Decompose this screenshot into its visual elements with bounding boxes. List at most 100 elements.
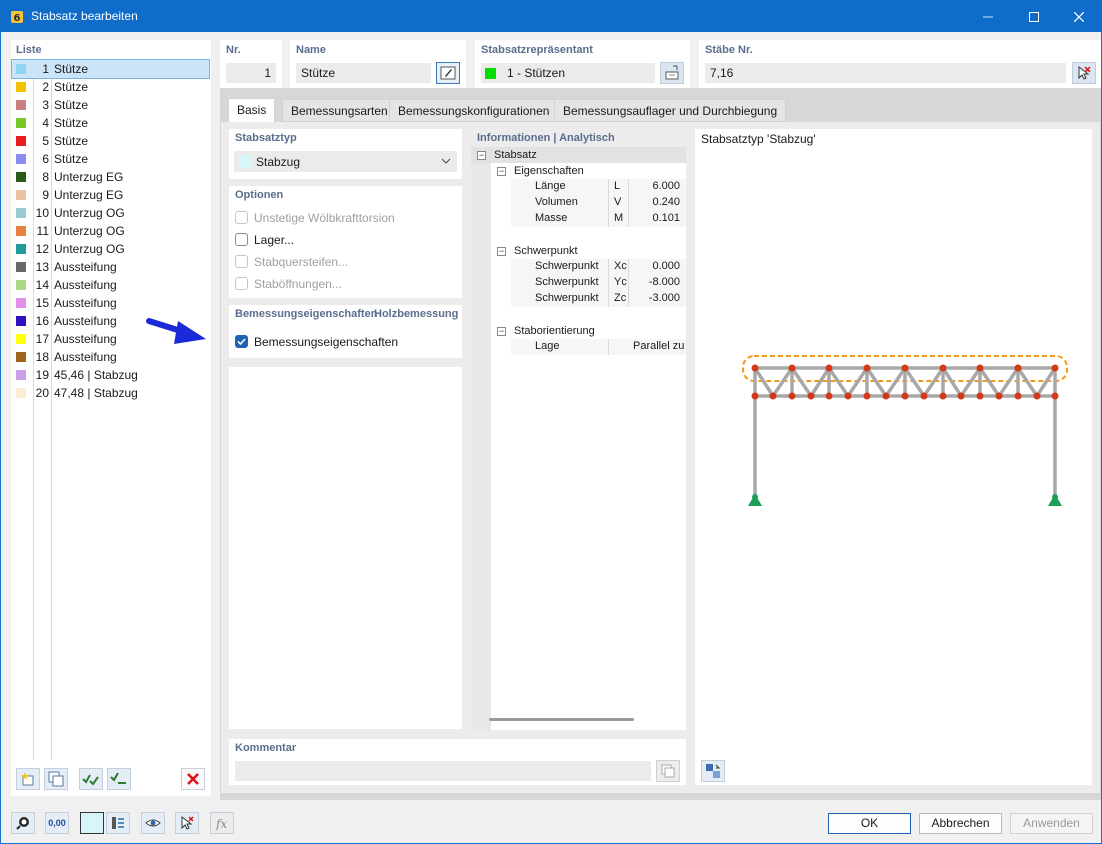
list-item[interactable]: 20 47,48 | Stabzug bbox=[12, 384, 209, 402]
copy-item-button[interactable] bbox=[44, 768, 68, 790]
list-item[interactable]: 12 Unterzug OG bbox=[12, 240, 209, 258]
check-all-button[interactable] bbox=[79, 768, 103, 790]
list-item[interactable]: 9 Unterzug EG bbox=[12, 186, 209, 204]
select-member-icon bbox=[665, 65, 679, 80]
list-item[interactable]: 13 Aussteifung bbox=[12, 258, 209, 276]
pick-graphic-button[interactable] bbox=[175, 812, 199, 834]
minimize-icon bbox=[983, 16, 993, 17]
units-button[interactable]: 0,00 bbox=[45, 812, 69, 834]
lager-checkbox[interactable] bbox=[235, 233, 248, 246]
select-members-icon bbox=[112, 817, 124, 829]
woelb-checkbox[interactable] bbox=[235, 211, 248, 224]
collapse-icon[interactable]: − bbox=[497, 327, 506, 336]
delete-button[interactable] bbox=[181, 768, 205, 790]
list-item-number: 15 bbox=[35, 296, 49, 310]
color-swatch bbox=[16, 190, 26, 200]
rep-color-swatch bbox=[485, 68, 496, 79]
nr-panel: Nr. 1 bbox=[220, 40, 282, 88]
color-swatch bbox=[16, 244, 26, 254]
typ-swatch bbox=[239, 155, 252, 168]
list-item[interactable]: 10 Unterzug OG bbox=[12, 204, 209, 222]
tree-stabsatz: Stabsatz bbox=[494, 149, 537, 161]
list-item[interactable]: 8 Unterzug EG bbox=[12, 168, 209, 186]
tab-basis[interactable]: Basis bbox=[228, 98, 276, 123]
bemessung-checkbox[interactable] bbox=[235, 335, 248, 348]
prop-divider bbox=[628, 259, 629, 307]
close-button[interactable] bbox=[1056, 1, 1102, 32]
name-field[interactable]: Stütze bbox=[296, 63, 431, 83]
member-select-button[interactable] bbox=[106, 812, 130, 834]
horizontal-scrollbar[interactable] bbox=[489, 718, 634, 721]
pick-staebe-button[interactable] bbox=[1072, 62, 1096, 84]
color-swatch bbox=[16, 64, 26, 74]
staebe-field[interactable]: 7,16 bbox=[705, 63, 1066, 83]
color-swatch bbox=[16, 208, 26, 218]
tab-bemessungsarten[interactable]: Bemessungsarten bbox=[282, 99, 397, 122]
tab-bemessungskonfigurationen[interactable]: Bemessungskonfigurationen bbox=[389, 99, 559, 122]
kommentar-field[interactable] bbox=[235, 761, 651, 781]
list-item-name: Stütze bbox=[54, 80, 89, 94]
tree-gutter bbox=[471, 163, 491, 730]
prop-divider bbox=[608, 179, 609, 227]
list-item[interactable]: 5 Stütze bbox=[12, 132, 209, 150]
list-item[interactable]: 4 Stütze bbox=[12, 114, 209, 132]
collapse-icon[interactable]: − bbox=[477, 151, 486, 160]
svg-text:6: 6 bbox=[14, 13, 21, 24]
list-item[interactable]: 14 Aussteifung bbox=[12, 276, 209, 294]
abbrechen-button[interactable]: Abbrechen bbox=[919, 813, 1002, 834]
minimize-button[interactable] bbox=[965, 1, 1011, 32]
new-item-button[interactable] bbox=[16, 768, 40, 790]
kommentar-copy-button[interactable] bbox=[656, 760, 680, 782]
tree-eigenschaften: Eigenschaften bbox=[514, 165, 584, 177]
nr-field[interactable]: 1 bbox=[226, 63, 276, 83]
info-panel: Informationen | Analytisch − Stabsatz − … bbox=[471, 129, 686, 730]
check-toggle-button[interactable] bbox=[107, 768, 131, 790]
list-item-name: Stütze bbox=[54, 152, 89, 166]
visibility-button[interactable] bbox=[141, 812, 165, 834]
rep-field[interactable]: 1 - Stützen bbox=[481, 63, 655, 83]
list-item[interactable]: 19 45,46 | Stabzug bbox=[12, 366, 209, 384]
list-item-number: 10 bbox=[35, 206, 49, 220]
ok-button[interactable]: OK bbox=[828, 813, 911, 834]
bemessung-check-label: Bemessungseigenschaften bbox=[254, 335, 399, 349]
color-swatch bbox=[16, 262, 26, 272]
view-options-button[interactable] bbox=[701, 760, 725, 782]
typ-value: Stabzug bbox=[256, 155, 301, 169]
collapse-icon[interactable]: − bbox=[497, 247, 506, 256]
color-swatch bbox=[16, 280, 26, 290]
formula-button[interactable]: fx bbox=[210, 812, 234, 834]
list-item[interactable]: 15 Aussteifung bbox=[12, 294, 209, 312]
list-item[interactable]: 18 Aussteifung bbox=[12, 348, 209, 366]
list-item[interactable]: 3 Stütze bbox=[12, 96, 209, 114]
typ-dropdown[interactable]: Stabzug bbox=[234, 151, 457, 172]
preview-caption: Stabsatztyp 'Stabzug' bbox=[701, 132, 816, 146]
anwenden-button[interactable]: Anwenden bbox=[1010, 813, 1093, 834]
color-swatch bbox=[16, 154, 26, 164]
color-swatch bbox=[16, 118, 26, 128]
oeffnungen-label: Staböffnungen... bbox=[254, 277, 342, 291]
list-item[interactable]: 2 Stütze bbox=[12, 78, 209, 96]
dialog-window: 6 Stabsatz bearbeiten Liste 1 Stütze 2 Stüt… bbox=[0, 0, 1102, 844]
tab-bemessungsauflager[interactable]: Bemessungsauflager und Durchbiegung bbox=[554, 99, 787, 122]
list-item-name: Stütze bbox=[54, 134, 89, 148]
name-label: Name bbox=[296, 44, 326, 56]
color-button[interactable] bbox=[80, 812, 104, 834]
collapse-icon[interactable]: − bbox=[497, 167, 506, 176]
list-item[interactable]: 11 Unterzug OG bbox=[12, 222, 209, 240]
window-title: Stabsatz bearbeiten bbox=[31, 9, 138, 23]
steifen-checkbox[interactable] bbox=[235, 255, 248, 268]
nr-label: Nr. bbox=[226, 44, 241, 56]
list-item[interactable]: 1 Stütze bbox=[11, 59, 210, 79]
maximize-button[interactable] bbox=[1011, 1, 1057, 32]
oeffnungen-checkbox[interactable] bbox=[235, 277, 248, 290]
list-item-number: 8 bbox=[42, 170, 49, 184]
help-button[interactable] bbox=[11, 812, 35, 834]
edit-name-button[interactable] bbox=[436, 62, 460, 84]
bemessung-header-a: Bemessungseigenschaften bbox=[235, 308, 378, 320]
view-swap-icon bbox=[706, 764, 721, 778]
list-item[interactable]: 6 Stütze bbox=[12, 150, 209, 168]
rep-select-button[interactable] bbox=[660, 62, 684, 84]
kommentar-panel: Kommentar bbox=[229, 739, 686, 785]
xc-symbol: Xc bbox=[614, 260, 627, 272]
edit-pencil-icon bbox=[440, 66, 456, 80]
